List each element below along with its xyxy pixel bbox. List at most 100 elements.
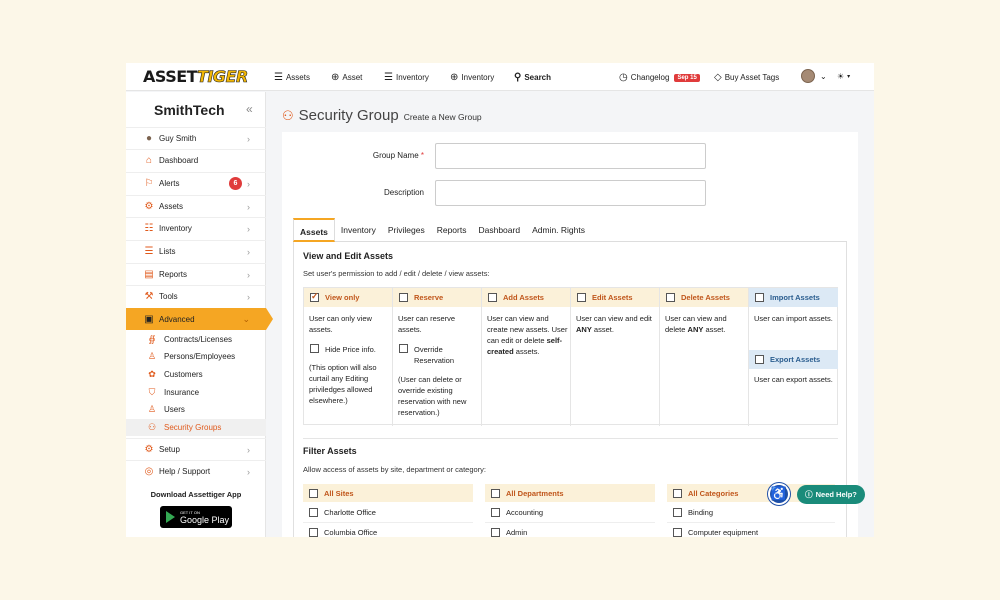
perm-head-view-only[interactable]: View only — [304, 288, 392, 307]
sidebar-item-dashboard[interactable]: ⌂ Dashboard — [126, 149, 266, 171]
sidebar-item-advanced[interactable]: ▣ Advanced ⌄ — [126, 308, 273, 330]
assettiger-logo[interactable]: ASSETTIGER — [143, 67, 249, 87]
chevron-down-icon: ⌄ — [820, 72, 827, 81]
sidebar-item-setup[interactable]: ⚙ Setup › — [126, 438, 266, 460]
sidebar-subitem-users[interactable]: ♙ Users — [126, 401, 266, 418]
gear-icon: ⚙ — [144, 444, 154, 455]
category-checkbox[interactable] — [673, 508, 682, 517]
override-checkbox[interactable] — [399, 344, 408, 353]
plus-circle-icon: ⊕ — [331, 72, 340, 83]
user-menu-chevron[interactable]: ⌄ — [820, 72, 827, 81]
tab-reports[interactable]: Reports — [431, 218, 473, 242]
all-departments-header[interactable]: All Departments — [485, 484, 655, 502]
sidebar-subitem-insurance[interactable]: ⛉ Insurance — [126, 384, 266, 401]
sidebar-subitem-contracts[interactable]: ∯ Contracts/Licenses — [126, 331, 266, 348]
need-help-button[interactable]: ⓘ Need Help? — [797, 485, 865, 504]
sidebar-item-inventory[interactable]: ☷ Inventory › — [126, 217, 266, 239]
sidebar-item-assets[interactable]: ⚙ Assets › — [126, 195, 266, 217]
perm-head-add-assets[interactable]: Add Assets — [482, 288, 570, 307]
category-row[interactable]: Computer equipment — [667, 523, 835, 537]
nav-changelog[interactable]: ◷ Changelog Sep 15 — [619, 72, 700, 83]
site-row[interactable]: Columbia Office — [303, 523, 473, 537]
department-checkbox[interactable] — [491, 508, 500, 517]
perm-body-import-assets: User can import assets. — [754, 314, 833, 323]
tab-dashboard[interactable]: Dashboard — [472, 218, 526, 242]
nav-add-inventory[interactable]: ⊕ Inventory — [450, 72, 494, 83]
department-checkbox[interactable] — [491, 528, 500, 537]
clock-icon: ◷ — [619, 72, 628, 83]
all-categories-checkbox[interactable] — [673, 488, 682, 498]
tab-inventory[interactable]: Inventory — [335, 218, 382, 242]
perm-head-reserve[interactable]: Reserve — [393, 288, 481, 307]
tab-admin-rights[interactable]: Admin. Rights — [526, 218, 591, 242]
nav-add-asset[interactable]: ⊕ Asset — [331, 72, 362, 83]
google-play-badge[interactable]: GET IT ON Google Play — [160, 506, 232, 528]
site-checkbox[interactable] — [309, 508, 318, 517]
override-option[interactable]: Override Reservation — [393, 344, 482, 366]
hide-price-option[interactable]: Hide Price info. — [304, 344, 376, 355]
list-icon: ☰ — [384, 72, 393, 83]
hide-price-checkbox[interactable] — [310, 344, 319, 353]
perm-col-reserve: Reserve User can reserve assets. Overrid… — [393, 288, 482, 426]
perm-col-import-export: Import Assets User can import assets. Ex… — [749, 288, 838, 426]
sidebar-item-help[interactable]: ◎ Help / Support › — [126, 460, 266, 482]
tab-assets[interactable]: Assets — [293, 217, 335, 242]
nav-search[interactable]: ⚲ Search — [514, 72, 551, 83]
delete-assets-checkbox[interactable] — [666, 293, 675, 302]
lifebuoy-icon: ◎ — [144, 466, 154, 477]
accessibility-button[interactable]: ♿ — [768, 483, 790, 505]
top-bar: ASSETTIGER ☰ Assets ⊕ Asset ☰ Inventory ⊕ In… — [126, 63, 874, 91]
import-assets-checkbox[interactable] — [755, 293, 764, 302]
perm-body-export-assets: User can export assets. — [754, 375, 833, 384]
perm-head-import-assets[interactable]: Import Assets — [749, 288, 838, 307]
sidebar-item-reports[interactable]: ▤ Reports › — [126, 263, 266, 285]
nav-inventory[interactable]: ☰ Inventory — [384, 72, 429, 83]
group-name-input[interactable] — [435, 143, 706, 169]
export-assets-checkbox[interactable] — [755, 355, 764, 364]
company-name: SmithTech — [154, 102, 225, 118]
report-icon: ▤ — [144, 269, 154, 280]
perm-col-view-only: View only User can only view assets. Hid… — [304, 288, 393, 426]
theme-toggle[interactable]: ☀ ▾ — [837, 72, 850, 81]
view-edit-title: View and Edit Assets — [303, 251, 394, 261]
collapse-sidebar-icon[interactable]: « — [246, 102, 253, 116]
sidebar-item-user[interactable]: ● Guy Smith › — [126, 127, 266, 149]
gear-icon: ⚙ — [144, 201, 154, 212]
section-divider — [303, 438, 838, 439]
tab-privileges[interactable]: Privileges — [382, 218, 431, 242]
permission-grid: View only User can only view assets. Hid… — [303, 287, 838, 426]
edit-assets-checkbox[interactable] — [577, 293, 586, 302]
plus-circle-icon: ⊕ — [450, 72, 459, 83]
sidebar-subitem-customers[interactable]: ✿ Customers — [126, 366, 266, 383]
chevron-right-icon: › — [247, 291, 250, 302]
chevron-right-icon: › — [247, 178, 250, 189]
add-assets-checkbox[interactable] — [488, 293, 497, 302]
reserve-checkbox[interactable] — [399, 293, 408, 302]
sidebar-item-lists[interactable]: ☰ Lists › — [126, 240, 266, 262]
sidebar-item-tools[interactable]: ⚒ Tools › — [126, 285, 266, 307]
view-only-checkbox[interactable] — [310, 291, 319, 302]
page-subtitle: Create a New Group — [403, 112, 482, 122]
perm-head-export-assets[interactable]: Export Assets — [749, 350, 838, 369]
nav-buy-asset-tags[interactable]: ◇ Buy Asset Tags — [714, 72, 779, 83]
page-title: Security Group — [298, 107, 399, 124]
sidebar-subitem-security-groups[interactable]: ⚇ Security Groups — [126, 419, 266, 436]
site-row[interactable]: Charlotte Office — [303, 503, 473, 523]
chevron-right-icon: › — [247, 246, 250, 257]
site-checkbox[interactable] — [309, 528, 318, 537]
nav-assets[interactable]: ☰ Assets — [274, 72, 310, 83]
user-avatar[interactable] — [801, 69, 815, 83]
all-departments-checkbox[interactable] — [491, 488, 500, 498]
all-sites-header[interactable]: All Sites — [303, 484, 473, 502]
sidebar-item-alerts[interactable]: ⚐ Alerts 6 › — [126, 172, 266, 194]
category-checkbox[interactable] — [673, 528, 682, 537]
category-row[interactable]: Binding — [667, 503, 835, 523]
sidebar-subitem-persons[interactable]: ♙ Persons/Employees — [126, 348, 266, 365]
perm-head-delete-assets[interactable]: Delete Assets — [660, 288, 748, 307]
perm-head-edit-assets[interactable]: Edit Assets — [571, 288, 659, 307]
all-sites-checkbox[interactable] — [309, 488, 318, 498]
description-input[interactable] — [435, 180, 706, 206]
list-icon: ☰ — [144, 246, 154, 257]
department-row[interactable]: Accounting — [485, 503, 655, 523]
department-row[interactable]: Admin — [485, 523, 655, 537]
